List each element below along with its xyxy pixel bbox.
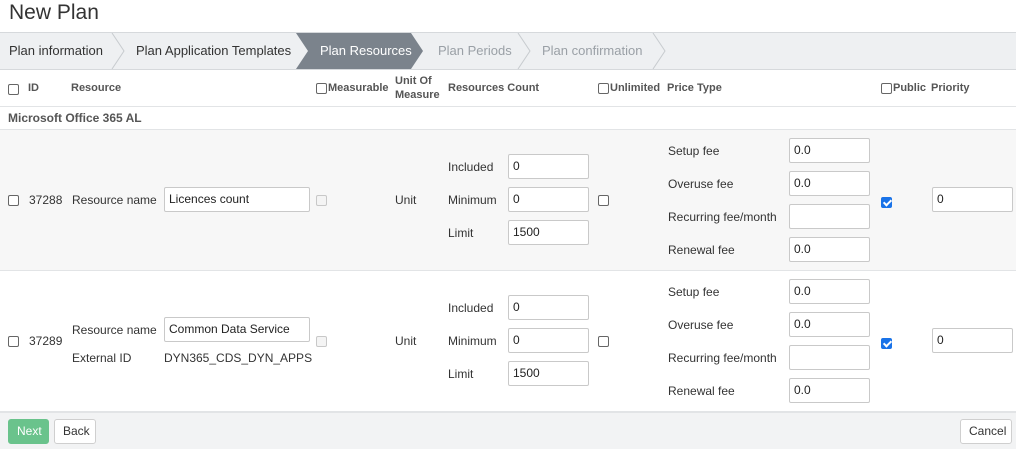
header-public: Public — [893, 82, 927, 94]
setup-fee-input[interactable]: 0.0 — [789, 138, 870, 163]
setup-fee-label: Setup fee — [668, 144, 720, 158]
chevron-separator-icon — [652, 33, 666, 69]
limit-label: Limit — [448, 226, 474, 240]
wizard-step-plan-resources[interactable]: Plan Resources — [296, 33, 423, 69]
limit-input[interactable]: 1500 — [508, 220, 589, 245]
group-header: Microsoft Office 365 AL — [0, 107, 1016, 130]
table-header: ID Resource Measurable Unit Of Measure R… — [0, 70, 1016, 107]
resource-id: 37289 — [29, 334, 63, 348]
public-checkbox[interactable] — [881, 197, 892, 209]
recurring-fee-label: Recurring fee/month — [668, 351, 777, 365]
header-price-type: Price Type — [667, 82, 722, 94]
setup-fee-label: Setup fee — [668, 285, 720, 299]
included-input[interactable]: 0 — [508, 154, 589, 179]
resource-id: 37288 — [29, 193, 63, 207]
chevron-separator-icon — [111, 33, 125, 69]
minimum-input[interactable]: 0 — [508, 187, 589, 212]
unlimited-checkbox[interactable] — [598, 195, 609, 206]
header-unit-of-measure-1: Unit Of — [395, 75, 432, 87]
unit-of-measure: Unit — [395, 193, 417, 207]
wizard-step-plan-confirmation: Plan confirmation — [542, 43, 643, 58]
select-all-checkbox[interactable] — [8, 84, 19, 95]
unit-of-measure: Unit — [395, 334, 417, 348]
overuse-fee-input[interactable]: 0.0 — [789, 171, 870, 196]
resource-name-input[interactable]: Licences count — [164, 187, 310, 212]
minimum-input[interactable]: 0 — [508, 328, 589, 353]
recurring-fee-input[interactable] — [789, 204, 870, 229]
included-label: Included — [448, 160, 494, 174]
setup-fee-input[interactable]: 0.0 — [789, 279, 870, 304]
row-select-checkbox[interactable] — [8, 195, 19, 206]
measurable-all-checkbox[interactable] — [316, 83, 327, 94]
priority-input[interactable]: 0 — [932, 187, 1013, 212]
wizard-step-plan-application-templates[interactable]: Plan Application Templates — [136, 33, 291, 69]
cancel-button[interactable]: Cancel — [960, 419, 1012, 444]
external-id-label: External ID — [72, 351, 132, 365]
public-all-checkbox[interactable] — [881, 83, 892, 94]
overuse-fee-label: Overuse fee — [668, 177, 734, 191]
minimum-label: Minimum — [448, 193, 497, 207]
included-input[interactable]: 0 — [508, 295, 589, 320]
renewal-fee-input[interactable]: 0.0 — [789, 378, 870, 403]
overuse-fee-input[interactable]: 0.0 — [789, 312, 870, 337]
table-row: 37288 Resource name Licences count Unit … — [0, 130, 1016, 271]
unlimited-all-checkbox[interactable] — [598, 83, 609, 94]
header-unit-of-measure-2: Measure — [395, 89, 440, 101]
unlimited-checkbox[interactable] — [598, 336, 609, 347]
overuse-fee-label: Overuse fee — [668, 318, 734, 332]
limit-input[interactable]: 1500 — [508, 361, 589, 386]
external-id-value: DYN365_CDS_DYN_APPS — [164, 351, 313, 365]
footer-toolbar: Next Back Cancel — [0, 412, 1016, 449]
resource-name-label: Resource name — [72, 323, 157, 337]
table-row: 37289 Resource name Common Data Service … — [0, 271, 1016, 412]
resource-name-input[interactable]: Common Data Service — [164, 317, 310, 342]
recurring-fee-input[interactable] — [789, 345, 870, 370]
wizard-step-plan-periods: Plan Periods — [438, 43, 512, 58]
renewal-fee-label: Renewal fee — [668, 384, 735, 398]
renewal-fee-label: Renewal fee — [668, 243, 735, 257]
header-resource: Resource — [71, 82, 122, 94]
limit-label: Limit — [448, 367, 474, 381]
wizard-step-plan-information[interactable]: Plan information — [9, 33, 103, 69]
included-label: Included — [448, 301, 494, 315]
next-button[interactable]: Next — [8, 419, 49, 444]
header-measurable: Measurable — [328, 82, 389, 94]
header-priority: Priority — [931, 82, 970, 94]
back-button[interactable]: Back — [54, 419, 96, 444]
renewal-fee-input[interactable]: 0.0 — [789, 237, 870, 262]
priority-input[interactable]: 0 — [932, 328, 1013, 353]
header-resources-count: Resources Count — [448, 82, 540, 94]
recurring-fee-label: Recurring fee/month — [668, 210, 777, 224]
header-unlimited: Unlimited — [610, 82, 661, 94]
public-checkbox[interactable] — [881, 338, 892, 350]
resource-name-label: Resource name — [72, 193, 157, 207]
measurable-checkbox — [316, 336, 327, 347]
minimum-label: Minimum — [448, 334, 497, 348]
wizard-steps: Plan information Plan Application Templa… — [0, 32, 1016, 70]
chevron-separator-icon — [517, 33, 531, 69]
page-title: New Plan — [9, 1, 99, 24]
header-id: ID — [28, 82, 39, 94]
row-select-checkbox[interactable] — [8, 336, 19, 347]
measurable-checkbox — [316, 195, 327, 206]
